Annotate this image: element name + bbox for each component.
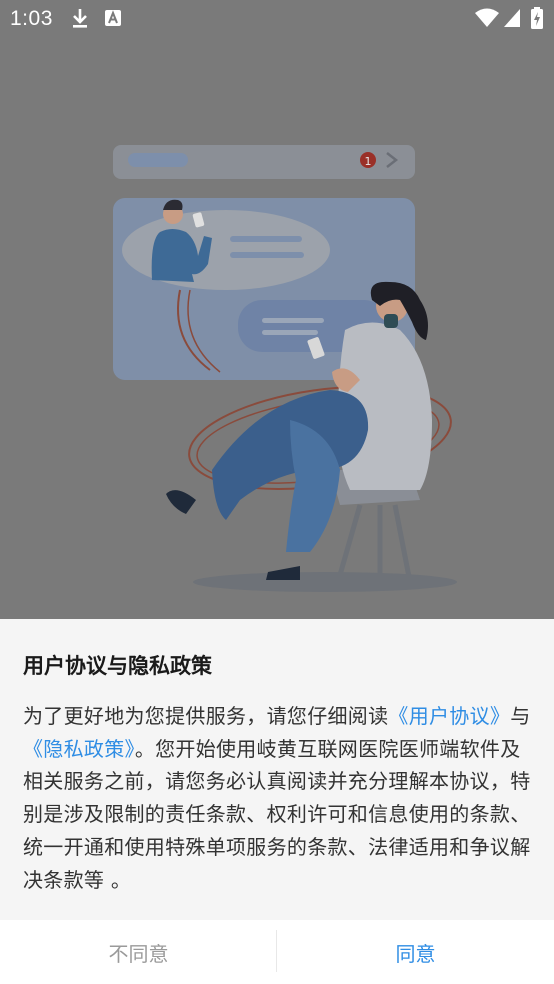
status-bar: 1:03 bbox=[0, 0, 554, 38]
battery-charging-icon bbox=[531, 7, 543, 29]
dialog-button-bar: 不同意 同意 bbox=[0, 920, 554, 984]
agreement-dialog: 用户协议与隐私政策 为了更好地为您提供服务，请您仔细阅读《用户协议》与《隐私政策… bbox=[0, 619, 554, 920]
disagree-button[interactable]: 不同意 bbox=[0, 920, 277, 984]
download-icon bbox=[73, 9, 87, 28]
dialog-body-connector: 与 bbox=[510, 704, 531, 728]
illustration-badge-count: 1 bbox=[365, 155, 372, 168]
user-agreement-link[interactable]: 《用户协议》 bbox=[388, 704, 510, 728]
dialog-body-intro: 为了更好地为您提供服务，请您仔细阅读 bbox=[23, 704, 389, 728]
font-a-icon bbox=[105, 10, 121, 26]
welcome-illustration: 1 bbox=[113, 145, 457, 592]
button-divider bbox=[276, 930, 277, 972]
dialog-body: 为了更好地为您提供服务，请您仔细阅读《用户协议》与《隐私政策》。您开始使用岐黄互… bbox=[23, 700, 533, 896]
status-time: 1:03 bbox=[10, 7, 53, 30]
signal-icon bbox=[504, 9, 520, 27]
wifi-icon bbox=[475, 8, 499, 27]
dialog-title: 用户协议与隐私政策 bbox=[23, 654, 212, 678]
app-background-dimmed: 1 1:03 bbox=[0, 0, 554, 619]
privacy-policy-link[interactable]: 《隐私政策》 bbox=[23, 737, 135, 761]
agree-button[interactable]: 同意 bbox=[277, 920, 554, 984]
